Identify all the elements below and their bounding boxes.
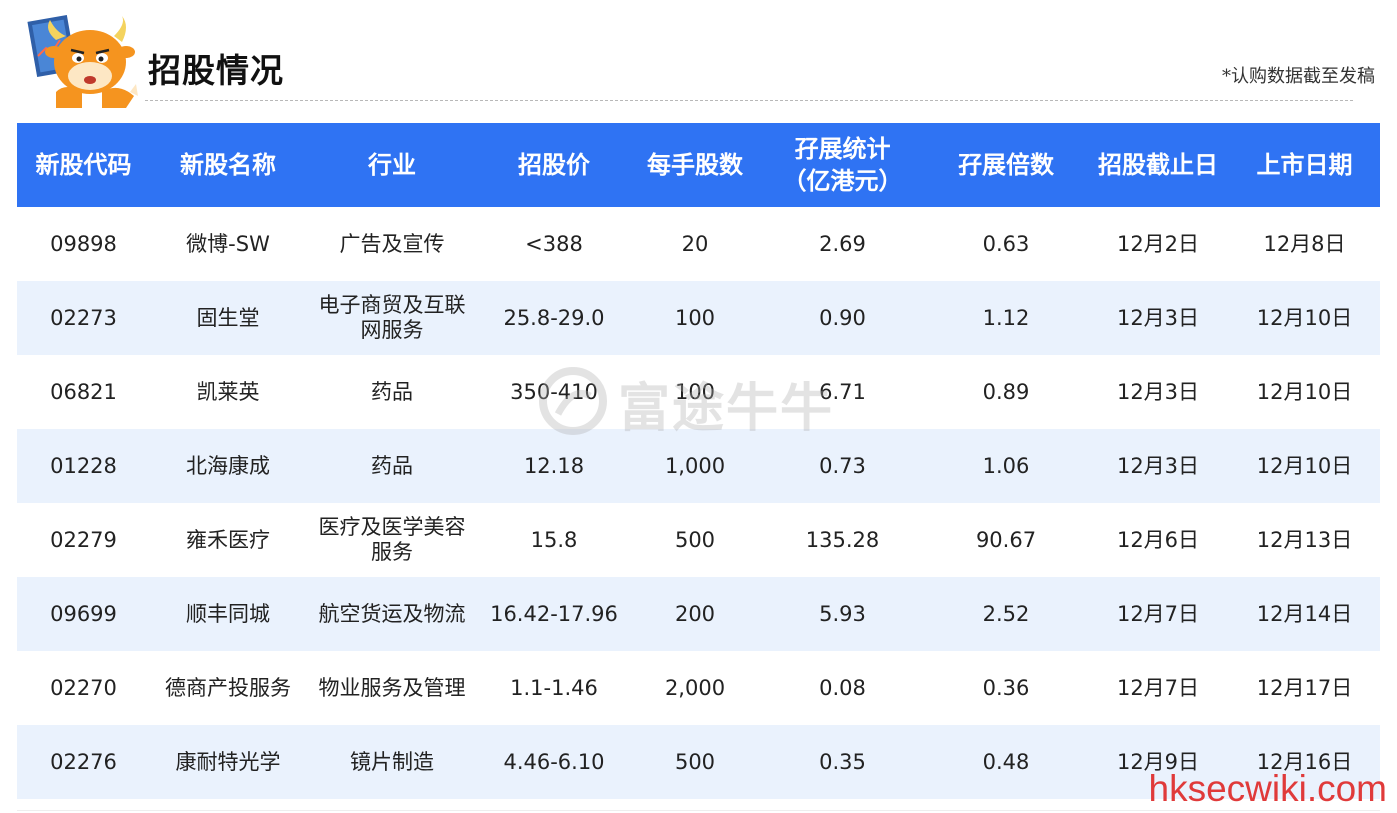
cell-name: 雍禾医疗	[186, 527, 270, 552]
cell-margin: 135.28	[805, 527, 880, 552]
cell-margin-multiple: 0.36	[982, 675, 1030, 700]
cell-code: 02273	[50, 305, 117, 330]
col-header-margin-unit: （亿港元）	[782, 167, 903, 195]
cell-listing-date: 12月13日	[1256, 527, 1353, 552]
cell-margin: 0.90	[819, 305, 866, 330]
cell-name: 康耐特光学	[175, 749, 281, 774]
cell-code: 02270	[50, 675, 117, 700]
col-header-close-date: 招股截止日	[1098, 151, 1218, 179]
table-row: 09898 微博-SW 广告及宣传 <388 20 2.69 0.63 12月2…	[17, 207, 1380, 281]
cell-code: 09898	[50, 231, 117, 256]
cell-listing-date: 12月10日	[1256, 453, 1353, 478]
ipo-table: 新股代码 新股名称 行业 招股价 每手股数 孖展统计 （亿港元） 孖展倍数 招股…	[17, 123, 1380, 799]
col-header-lot-size: 每手股数	[647, 151, 743, 179]
cell-lot-size: 100	[674, 305, 716, 330]
cell-industry: 镜片制造	[350, 749, 434, 774]
cell-industry: 医疗及医学美容服务	[318, 515, 466, 564]
site-watermark: hksecwiki.com	[1148, 768, 1388, 809]
cell-lot-size: 500	[674, 527, 716, 552]
table-row: 02270 德商产投服务 物业服务及管理 1.1-1.46 2,000 0.08…	[17, 651, 1380, 725]
cell-margin-multiple: 2.52	[982, 601, 1030, 626]
cell-name: 微博-SW	[186, 231, 270, 256]
cell-price: 16.42-17.96	[490, 601, 618, 626]
cell-listing-date: 12月8日	[1263, 231, 1346, 256]
cell-margin-multiple: 0.89	[982, 379, 1030, 404]
cell-listing-date: 12月10日	[1256, 379, 1353, 404]
cell-close-date: 12月3日	[1116, 453, 1200, 478]
cell-lot-size: 200	[674, 601, 716, 626]
cell-margin: 5.93	[819, 601, 866, 626]
cell-margin: 0.08	[819, 675, 866, 700]
col-header-industry: 行业	[368, 151, 416, 179]
cell-price: <388	[525, 231, 583, 256]
cell-name: 北海康成	[186, 453, 270, 478]
bull-mascot-icon	[27, 14, 138, 108]
cell-price: 1.1-1.46	[510, 675, 598, 700]
cell-industry: 物业服务及管理	[318, 675, 466, 700]
cell-code: 09699	[50, 601, 117, 626]
col-header-margin-label: 孖展统计	[794, 135, 891, 163]
cell-margin-multiple: 1.12	[982, 305, 1030, 330]
table-row: 02279 雍禾医疗 医疗及医学美容服务 15.8 500 135.28 90.…	[17, 503, 1380, 577]
futu-logo-icon	[539, 367, 607, 435]
cell-lot-size: 500	[674, 749, 716, 774]
cell-industry: 药品	[371, 379, 413, 404]
cell-code: 02279	[50, 527, 117, 552]
cell-close-date: 12月6日	[1116, 527, 1200, 552]
cell-close-date: 12月3日	[1116, 379, 1200, 404]
cell-margin-multiple: 90.67	[975, 527, 1037, 552]
cell-code: 06821	[50, 379, 117, 404]
cell-lot-size: 20	[681, 231, 709, 256]
cell-price: 15.8	[530, 527, 578, 552]
data-cutoff-note: *认购数据截至发稿	[1222, 66, 1375, 87]
cell-industry: 电子商贸及互联网服务	[318, 293, 466, 342]
cell-margin-multiple: 1.06	[982, 453, 1030, 478]
cell-name: 固生堂	[196, 305, 260, 330]
futu-watermark-text: 富途牛牛	[618, 379, 835, 439]
cell-price: 4.46-6.10	[503, 749, 605, 774]
header-divider	[145, 100, 1353, 101]
cell-margin-multiple: 0.63	[982, 231, 1030, 256]
col-header-margin: 孖展统计 （亿港元）	[760, 123, 925, 207]
cell-margin: 2.69	[819, 231, 866, 256]
col-header-code: 新股代码	[35, 151, 132, 179]
cell-code: 02276	[50, 749, 117, 774]
cell-industry: 药品	[371, 453, 413, 478]
cell-lot-size: 2,000	[664, 675, 726, 700]
cell-name: 顺丰同城	[186, 601, 270, 626]
col-header-price: 招股价	[518, 151, 590, 179]
cell-margin: 0.35	[819, 749, 866, 774]
cell-listing-date: 12月14日	[1256, 601, 1353, 626]
table-row: 09699 顺丰同城 航空货运及物流 16.42-17.96 200 5.93 …	[17, 577, 1380, 651]
col-header-listing-date: 上市日期	[1256, 151, 1353, 179]
cell-close-date: 12月7日	[1116, 601, 1200, 626]
table-row: 02273 固生堂 电子商贸及互联网服务 25.8-29.0 100 0.90 …	[17, 281, 1380, 355]
cell-listing-date: 12月10日	[1256, 305, 1353, 330]
cell-name: 德商产投服务	[165, 675, 291, 700]
cell-price: 25.8-29.0	[503, 305, 605, 330]
cell-close-date: 12月2日	[1116, 231, 1200, 256]
table-bottom-line	[17, 810, 1380, 811]
cell-close-date: 12月7日	[1116, 675, 1200, 700]
page-header: 招股情况 *认购数据截至发稿	[0, 0, 1397, 122]
cell-industry: 航空货运及物流	[318, 601, 466, 626]
cell-industry: 广告及宣传	[339, 231, 445, 256]
cell-close-date: 12月3日	[1116, 305, 1200, 330]
page-title: 招股情况	[148, 51, 284, 90]
col-header-margin-multiple: 孖展倍数	[958, 151, 1054, 179]
table-header-row: 新股代码 新股名称 行业 招股价 每手股数 孖展统计 （亿港元） 孖展倍数 招股…	[17, 123, 1380, 207]
cell-name: 凯莱英	[196, 379, 260, 404]
cell-listing-date: 12月17日	[1256, 675, 1353, 700]
col-header-name: 新股名称	[180, 151, 276, 179]
cell-code: 01228	[50, 453, 117, 478]
cell-margin-multiple: 0.48	[982, 749, 1030, 774]
cell-price: 12.18	[523, 453, 585, 478]
